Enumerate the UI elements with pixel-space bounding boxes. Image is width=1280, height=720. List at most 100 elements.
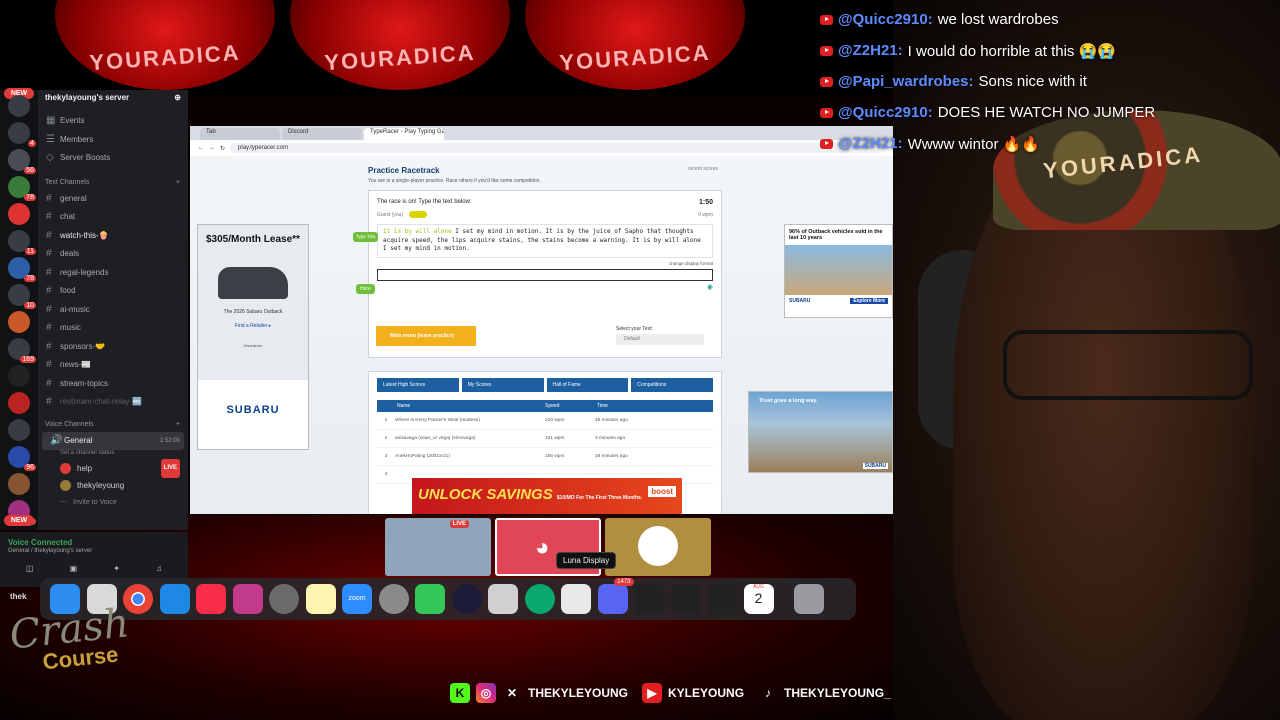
discord-icon[interactable]: 1473 [597, 578, 634, 614]
channel-news[interactable]: # news-📰 [38, 356, 188, 375]
obs-icon[interactable] [378, 584, 409, 614]
address-bar: ← → ↻ play.typeracer.com [190, 140, 893, 156]
help-icon[interactable]: ◉ [377, 283, 713, 291]
server-icon[interactable] [8, 203, 30, 225]
streamlabs-icon[interactable] [524, 584, 555, 614]
server-icon[interactable]: 96 [8, 446, 36, 471]
channel-general[interactable]: # general [38, 190, 188, 209]
youtube-icon [820, 76, 833, 87]
phone-mirror-icon[interactable] [488, 584, 518, 614]
notes-icon[interactable] [305, 584, 336, 614]
zoom-icon[interactable]: zoom [342, 584, 372, 614]
recent-scores-link[interactable]: recent scores [688, 166, 718, 172]
reload-icon[interactable]: ↻ [220, 145, 225, 152]
server-boosts-item[interactable]: ◇ Server Boosts [38, 149, 188, 168]
channel-watch-this[interactable]: # watch-this-🍿 [38, 227, 188, 246]
explore-more-button[interactable]: Explore More [850, 298, 888, 304]
members-item[interactable]: ☰ Members [38, 131, 188, 150]
tab-competitions[interactable]: Competitions [631, 378, 713, 392]
boost-ad-banner[interactable]: UNLOCK SAVINGS $10/MO For The First Thre… [412, 478, 682, 514]
server-icon[interactable]: 169 [8, 338, 36, 363]
topaz-icon[interactable] [634, 584, 664, 614]
voice-channel-general[interactable]: 🔊 General 1:52:00 [42, 431, 184, 450]
server-icon[interactable]: 78 [8, 176, 36, 201]
server-icon[interactable] [8, 473, 30, 495]
select-text: Select your Text: Default [616, 326, 704, 345]
server-icon[interactable]: 78 [8, 257, 36, 282]
tab-hall-of-fame[interactable]: Hall of Fame [546, 378, 629, 392]
server-icon[interactable]: 11 [8, 230, 36, 255]
server-icon[interactable]: 10 [8, 284, 36, 309]
server-icon[interactable] [8, 419, 30, 441]
trash-icon[interactable] [794, 584, 824, 614]
car-icon [409, 211, 428, 218]
add-member-icon[interactable]: ⊕ [174, 93, 181, 103]
back-icon[interactable]: ← [198, 145, 204, 151]
browser-tab[interactable]: Discord [282, 128, 362, 140]
table-row[interactable]: 3 AnekHuPaling (2001xr21) 156 wpm 28 minute… [377, 448, 713, 466]
hash-icon: # [46, 211, 52, 222]
typing-input[interactable] [377, 268, 713, 281]
keypad-icon[interactable] [451, 584, 482, 614]
server-icon[interactable]: 56 [8, 149, 36, 174]
channel-regal-legends[interactable]: # regal-legends [38, 264, 188, 283]
server-icon[interactable] [8, 392, 30, 414]
avatar [60, 463, 71, 474]
user-panel[interactable]: thek [10, 592, 26, 601]
table-row[interactable]: 2 anisavaga (sean_or virga) (simovaga) 161… [377, 430, 713, 448]
find-retailer-link[interactable]: Find a Retailer ▸ [206, 323, 300, 329]
typeracer-page: $305/Month Lease** The 2026 Subaru Outba… [190, 156, 893, 514]
main-menu-button[interactable]: Main menu (leave practice) [376, 326, 476, 346]
add-channel-icon[interactable]: + [176, 176, 180, 190]
tab-my-scores[interactable]: My Scores [461, 378, 544, 392]
text-select[interactable]: Default [616, 334, 704, 345]
subaru-ad-trust[interactable]: Trust goes a long way. SUBARU [748, 391, 893, 473]
tab-latest-high-scores[interactable]: Latest High Scores [377, 378, 459, 392]
channel-restream-chat-relay[interactable]: # restream-chat-relay-🔤 [38, 393, 188, 412]
racer-row: Guest (you) 0 wpm [377, 211, 713, 218]
channel-food[interactable]: # food [38, 282, 188, 301]
voice-member[interactable]: help LIVE [38, 459, 188, 478]
channel-ai-music[interactable]: # ai-music [38, 301, 188, 320]
voice-member[interactable]: thekyleyoung [38, 477, 188, 494]
channel-sponsors[interactable]: # sponsors-🤝 [38, 338, 188, 357]
screen-share-icon[interactable]: ▣ [70, 564, 78, 573]
notification-badge: 1473 [614, 578, 634, 586]
banner-logo: YOURADICA [290, 0, 510, 90]
server-icon[interactable] [8, 311, 30, 333]
thumbnail-browser[interactable]: LIVE [385, 518, 491, 576]
channel-deals[interactable]: # deals [38, 245, 188, 264]
voice-channels-category[interactable]: Voice Channels + [38, 418, 188, 432]
soundboard-icon[interactable]: ♫ [156, 564, 162, 573]
server-icon[interactable]: 4 [8, 122, 36, 147]
server-header[interactable]: thekylayoung's server ⊕ [38, 90, 188, 106]
channel-chat[interactable]: # chat [38, 208, 188, 227]
camera-icon[interactable]: ◫ [26, 564, 34, 573]
quicktime-icon[interactable] [269, 584, 299, 614]
table-row[interactable]: 1 Where is Kerry Packer's Weal (tuuttess)… [377, 412, 713, 430]
browser-tab[interactable]: Tab [200, 128, 280, 140]
events-item[interactable]: ▦ Events [38, 112, 188, 131]
messages-icon[interactable] [415, 584, 445, 614]
channel-stream-topics[interactable]: # stream-topics [38, 375, 188, 394]
change-format-link[interactable]: change display format [377, 261, 713, 266]
add-channel-icon[interactable]: + [176, 418, 180, 432]
browser-tab-active[interactable]: TypeRacer - Play Typing Game [364, 128, 444, 140]
channel-music[interactable]: # music [38, 319, 188, 338]
topaz-icon[interactable] [670, 584, 701, 614]
topaz-icon[interactable] [707, 584, 737, 614]
server-icon[interactable] [8, 95, 30, 117]
forward-icon[interactable]: → [209, 145, 215, 151]
thumbnail-avatar[interactable] [605, 518, 711, 576]
race-card: Practice Racetrack You are in a single-p… [353, 156, 722, 358]
hash-icon: # [46, 248, 52, 259]
invite-to-voice[interactable]: ⋯ Invite to Voice [38, 494, 188, 511]
subaru-ad-left[interactable]: $305/Month Lease** The 2026 Subaru Outba… [197, 224, 309, 450]
text-channels-category[interactable]: Text Channels + [38, 176, 188, 190]
url-input[interactable]: play.typeracer.com [230, 143, 885, 153]
activity-icon[interactable]: ✦ [113, 564, 120, 573]
subaru-ad-right[interactable]: 96% of Outback vehicles sold in the last… [784, 224, 893, 318]
server-icon[interactable] [8, 365, 30, 387]
app-icon[interactable] [561, 584, 591, 614]
calendar-icon[interactable]: AUG 2 [743, 584, 774, 614]
